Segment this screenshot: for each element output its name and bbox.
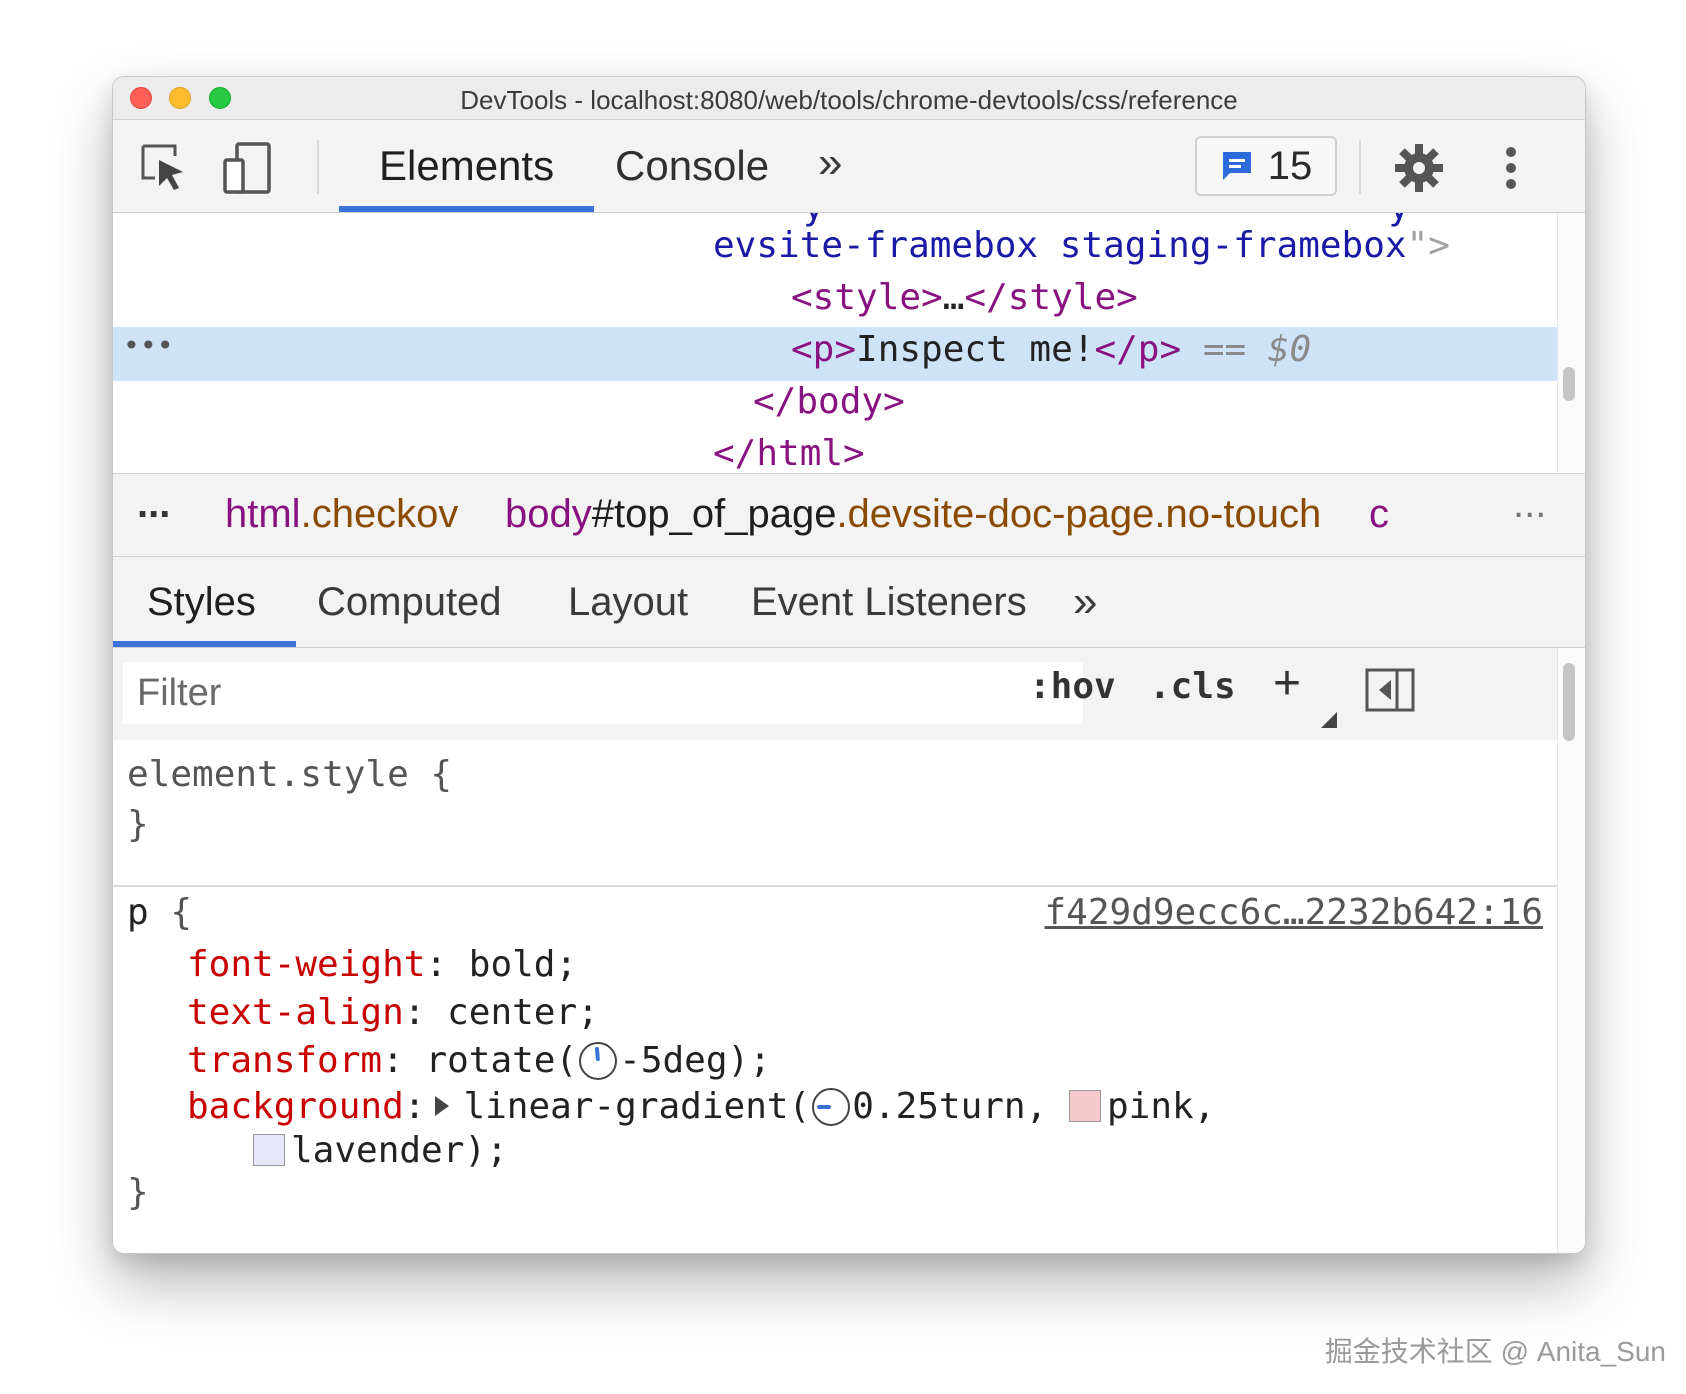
rule-divider bbox=[113, 885, 1557, 887]
tab-console[interactable]: Console bbox=[575, 120, 809, 212]
hover-state-toggle[interactable]: :hov bbox=[1029, 666, 1116, 707]
styles-scrollbar-thumb[interactable] bbox=[1563, 663, 1575, 741]
styles-filter-bar: :hov .cls + bbox=[113, 648, 1557, 740]
element-style-selector[interactable]: element.style { bbox=[127, 754, 452, 795]
new-style-rule-button[interactable]: + bbox=[1273, 656, 1301, 711]
element-style-close: } bbox=[127, 804, 149, 845]
dom-scrollbar-thumb[interactable] bbox=[1563, 367, 1575, 401]
dom-node-body-close[interactable]: </body> bbox=[753, 381, 905, 422]
title-bar: DevTools - localhost:8080/web/tools/chro… bbox=[113, 77, 1585, 120]
issues-count: 15 bbox=[1267, 143, 1313, 188]
more-tabs-icon[interactable]: » bbox=[818, 138, 842, 188]
node-actions-icon[interactable]: ••• bbox=[123, 329, 174, 362]
angle-clock-icon-2[interactable] bbox=[812, 1088, 851, 1126]
breadcrumb-item-next[interactable]: c bbox=[1369, 492, 1389, 537]
message-icon bbox=[1222, 152, 1251, 180]
breadcrumb-item-html[interactable]: html.checkov bbox=[225, 492, 458, 537]
declaration-text-align[interactable]: text-align: center; bbox=[187, 992, 599, 1033]
watermark-text: 掘金技术社区 @ Anita_Sun bbox=[1324, 1336, 1666, 1367]
more-options-icon[interactable] bbox=[1481, 138, 1541, 198]
tab-computed[interactable]: Computed bbox=[317, 557, 502, 647]
tab-layout[interactable]: Layout bbox=[568, 557, 688, 647]
toggle-sidebar-icon[interactable] bbox=[1365, 668, 1415, 717]
device-toolbar-icon[interactable] bbox=[219, 138, 279, 198]
dom-node-p[interactable]: <p>Inspect me!</p> == $0 bbox=[791, 329, 1311, 370]
source-link[interactable]: f429d9ecc6c…2232b642:16 bbox=[1045, 892, 1544, 933]
breadcrumb-leading-dots[interactable]: ... bbox=[137, 482, 170, 527]
dom-node-style[interactable]: <style>…</style> bbox=[791, 277, 1138, 318]
issues-button[interactable]: 15 bbox=[1195, 136, 1337, 196]
lavender-color-swatch[interactable] bbox=[253, 1134, 285, 1166]
angle-clock-icon[interactable] bbox=[579, 1042, 618, 1080]
expand-triangle-icon[interactable] bbox=[435, 1096, 450, 1116]
inspect-element-icon[interactable] bbox=[135, 138, 195, 198]
settings-gear-icon[interactable] bbox=[1389, 138, 1449, 198]
toolbar-separator-2 bbox=[1359, 140, 1361, 194]
toolbar-separator bbox=[317, 140, 319, 194]
styles-pane: element.style { } p { f429d9ecc6c…2232b6… bbox=[113, 740, 1557, 1253]
tab-elements[interactable]: Elements bbox=[339, 120, 595, 212]
dom-scrollbar-track bbox=[1557, 213, 1585, 472]
declaration-background[interactable]: background: linear-gradient(0.25turn, pin… bbox=[187, 1086, 1215, 1127]
breadcrumb-item-body[interactable]: body#top_of_page.devsite-doc-page.no-tou… bbox=[505, 492, 1321, 537]
tab-styles[interactable]: Styles bbox=[147, 557, 256, 647]
window-title: DevTools - localhost:8080/web/tools/chro… bbox=[460, 85, 1238, 115]
sidebar-tabs: Styles Computed Layout Event Listeners » bbox=[113, 557, 1585, 648]
declaration-background-cont[interactable]: lavender); bbox=[253, 1130, 508, 1171]
dom-line-attr[interactable]: evsite-framebox staging-framebox"> bbox=[713, 225, 1450, 266]
active-tab-indicator bbox=[113, 641, 296, 647]
tab-event-listeners[interactable]: Event Listeners bbox=[751, 557, 1027, 647]
declaration-font-weight[interactable]: font-weight: bold; bbox=[187, 944, 577, 985]
corner-triangle-icon bbox=[1321, 712, 1337, 728]
devtools-window: DevTools - localhost:8080/web/tools/chro… bbox=[112, 76, 1586, 1254]
main-toolbar: Elements Console » 15 bbox=[113, 120, 1585, 213]
breadcrumb-trailing-dots[interactable]: ... bbox=[1513, 482, 1546, 527]
pink-color-swatch[interactable] bbox=[1068, 1090, 1101, 1122]
more-sidebar-tabs-icon[interactable]: » bbox=[1073, 557, 1097, 647]
rule-p-close: } bbox=[127, 1172, 149, 1213]
class-toggle[interactable]: .cls bbox=[1149, 666, 1236, 707]
breadcrumb: ... html.checkov body#top_of_page.devsit… bbox=[113, 473, 1585, 557]
rule-p-selector[interactable]: p { bbox=[127, 892, 192, 933]
dom-node-html-close[interactable]: </html> bbox=[713, 433, 865, 472]
filter-input[interactable] bbox=[123, 662, 1083, 724]
dom-tree: y y evsite-framebox staging-framebox"> <… bbox=[113, 213, 1557, 472]
declaration-transform[interactable]: transform: rotate(-5deg); bbox=[187, 1040, 771, 1081]
